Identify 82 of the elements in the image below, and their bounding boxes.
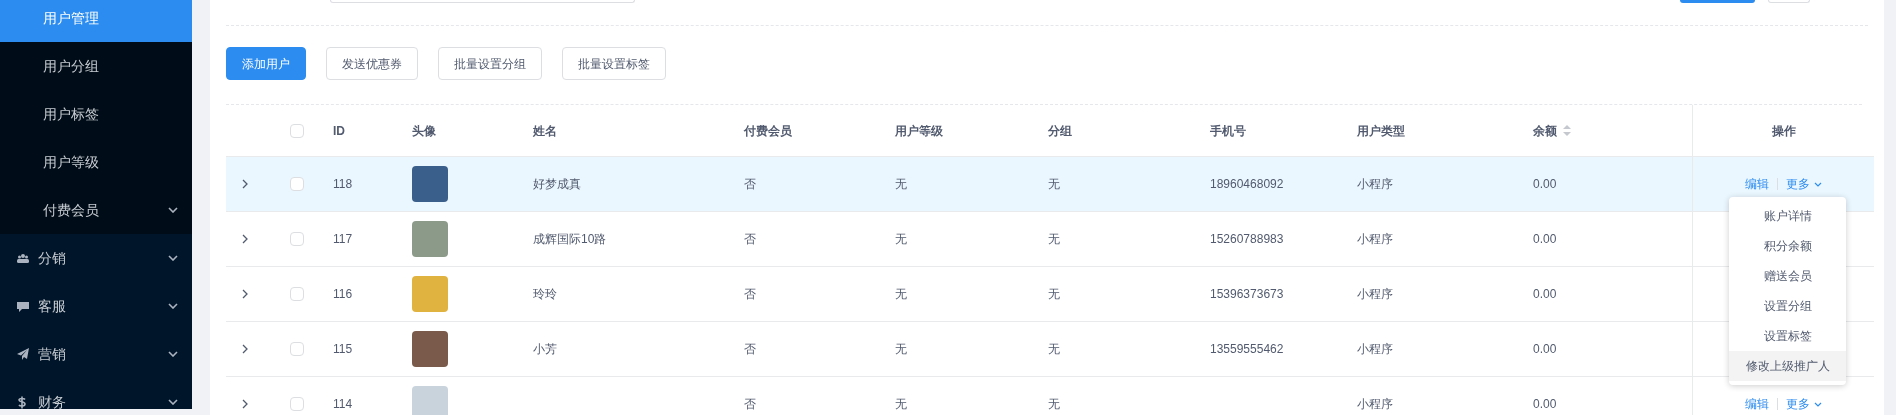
table-cell: 18960468092	[1210, 177, 1284, 191]
sort-icon[interactable]	[1563, 125, 1571, 136]
table-cell: 无	[1048, 177, 1060, 191]
column-header: ID	[333, 122, 345, 140]
column-header: 分组	[1048, 122, 1072, 140]
reset-button[interactable]	[1768, 0, 1810, 3]
table-cell: 否	[744, 232, 756, 246]
people-icon	[17, 253, 29, 263]
more-link[interactable]: 更多	[1786, 395, 1822, 413]
column-header[interactable]: 余额	[1533, 121, 1557, 140]
table-cell: 无	[895, 342, 907, 356]
table-cell: 无	[1048, 397, 1060, 411]
table-cell: 小程序	[1357, 342, 1393, 356]
checkbox[interactable]	[290, 287, 304, 301]
table-cell: 否	[744, 287, 756, 301]
checkbox[interactable]	[290, 397, 304, 411]
table-cell: 117	[333, 232, 353, 246]
search-button[interactable]	[1680, 0, 1755, 3]
table-cell: 118	[333, 177, 353, 191]
menu-item[interactable]: 设置分组	[1729, 291, 1846, 321]
sidebar-item[interactable]: 用户标签	[0, 90, 192, 138]
table-cell: 玲玲	[533, 287, 557, 301]
menu-item[interactable]: 修改上级推广人	[1729, 351, 1846, 381]
table-cell: 好梦成真	[533, 177, 581, 191]
table-cell: 小程序	[1357, 397, 1393, 411]
table-cell: 115	[333, 342, 353, 356]
photo-placeholder	[412, 166, 448, 202]
dollar-icon	[17, 395, 27, 409]
table-cell: 否	[744, 177, 756, 191]
table-cell: 15260788983	[1210, 232, 1284, 246]
column-header: 用户类型	[1357, 122, 1405, 140]
table-cell: 0.00	[1533, 287, 1557, 301]
table-cell: 0.00	[1533, 232, 1557, 246]
checkbox[interactable]	[290, 342, 304, 356]
table-cell: 成辉国际10路	[533, 232, 607, 246]
checkbox[interactable]	[290, 123, 304, 138]
table-cell: 无	[895, 177, 907, 191]
table-cell: 无	[1048, 232, 1060, 246]
table-cell: 无	[895, 397, 907, 411]
photo-placeholder	[412, 386, 448, 415]
table-cell: 小程序	[1357, 232, 1393, 246]
column-header: 姓名	[533, 122, 557, 140]
table-cell: 13559555462	[1210, 342, 1284, 356]
sidebar-item[interactable]: 用户分组	[0, 42, 192, 90]
sidebar-item[interactable]: 付费会员	[0, 186, 192, 234]
sidebar-item[interactable]: 用户等级	[0, 138, 192, 186]
table-cell: 无	[1048, 342, 1060, 356]
chevron-down-icon	[1814, 401, 1822, 407]
table-cell: 否	[744, 342, 756, 356]
checkbox[interactable]	[290, 232, 304, 246]
table-cell: 0.00	[1533, 177, 1557, 191]
column-header: 头像	[412, 122, 436, 140]
checkbox[interactable]	[290, 177, 304, 191]
table-cell: 小程序	[1357, 287, 1393, 301]
photo-placeholder	[412, 331, 448, 367]
toolbar-button[interactable]: 批量设置标签	[562, 47, 666, 80]
search-field[interactable]	[330, 0, 635, 3]
table-cell: 0.00	[1533, 397, 1557, 411]
column-header: 用户等级	[895, 122, 943, 140]
menu-item[interactable]: 积分余额	[1729, 231, 1846, 261]
edit-link[interactable]: 编辑	[1745, 395, 1769, 413]
table-cell: 无	[895, 232, 907, 246]
chevron-down-icon	[1814, 181, 1822, 187]
chat-icon	[17, 300, 29, 312]
table-cell: 116	[333, 287, 353, 301]
photo-placeholder	[412, 276, 448, 312]
table-cell: 小程序	[1357, 177, 1393, 191]
table-cell: 无	[1048, 287, 1060, 301]
toolbar-button[interactable]: 发送优惠券	[326, 47, 418, 80]
column-header: 手机号	[1210, 122, 1246, 140]
column-header: 付费会员	[744, 122, 792, 140]
table-cell: 114	[333, 397, 353, 411]
toolbar-button[interactable]: 批量设置分组	[438, 47, 542, 80]
paper-plane-icon	[17, 348, 29, 360]
table-cell: 15396373673	[1210, 287, 1284, 301]
table-cell: 0.00	[1533, 342, 1557, 356]
photo-placeholder	[412, 221, 448, 257]
table-cell: 无	[895, 287, 907, 301]
table-cell: 小芳	[533, 342, 557, 356]
menu-item[interactable]: 设置标签	[1729, 321, 1846, 351]
table-cell: 否	[744, 397, 756, 411]
column-header: 操作	[1771, 122, 1796, 140]
